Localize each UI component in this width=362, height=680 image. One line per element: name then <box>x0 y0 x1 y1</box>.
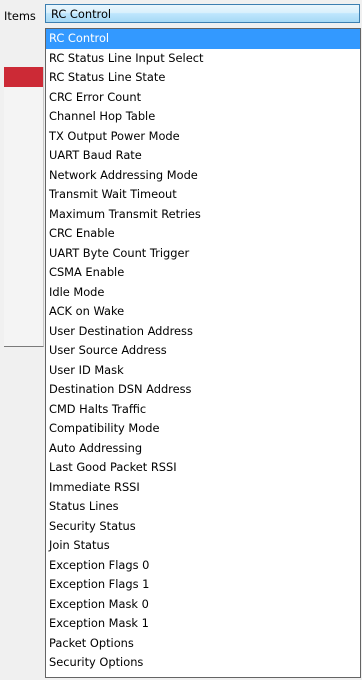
dropdown-option[interactable]: Security Options <box>46 653 360 673</box>
dropdown-option[interactable]: User Destination Address <box>46 322 360 342</box>
dropdown-option[interactable]: CMD Halts Traffic <box>46 400 360 420</box>
dropdown-option[interactable]: Auto Addressing <box>46 439 360 459</box>
dropdown-option[interactable]: RC Status Line State <box>46 68 360 88</box>
items-label: Items <box>4 9 36 23</box>
dropdown-option[interactable]: Packet Options <box>46 634 360 654</box>
dropdown-option[interactable]: User ID Mask <box>46 361 360 381</box>
red-status-bar <box>4 67 43 87</box>
dropdown-option[interactable]: ACK on Wake <box>46 302 360 322</box>
dropdown-option[interactable]: Exception Mask 0 <box>46 595 360 615</box>
dropdown-option[interactable]: Channel Hop Table <box>46 107 360 127</box>
dropdown-option[interactable]: User Source Address <box>46 341 360 361</box>
dropdown-option[interactable]: Join Status <box>46 536 360 556</box>
dropdown-option[interactable]: Exception Flags 0 <box>46 556 360 576</box>
background-panel <box>4 67 44 347</box>
items-dropdown-list[interactable]: RC Control RC Status Line Input Select RC … <box>45 28 361 678</box>
dropdown-option[interactable]: CRC Enable <box>46 224 360 244</box>
dropdown-option[interactable]: CRC Error Count <box>46 88 360 108</box>
dropdown-option[interactable]: RC Status Line Input Select <box>46 49 360 69</box>
dropdown-option[interactable]: RC Control <box>46 29 360 49</box>
dropdown-option[interactable]: UART Byte Count Trigger <box>46 244 360 264</box>
dropdown-option[interactable]: Status Lines <box>46 497 360 517</box>
dropdown-option[interactable]: Transmit Wait Timeout <box>46 185 360 205</box>
dropdown-option[interactable]: Last Good Packet RSSI <box>46 458 360 478</box>
dropdown-option[interactable]: Exception Mask 1 <box>46 614 360 634</box>
items-combobox[interactable]: RC Control <box>45 4 360 23</box>
dropdown-option[interactable]: Security Status <box>46 517 360 537</box>
combobox-selected-value: RC Control <box>51 7 112 21</box>
dropdown-option[interactable]: Idle Mode <box>46 283 360 303</box>
dropdown-option[interactable]: CSMA Enable <box>46 263 360 283</box>
dropdown-option[interactable]: Network Addressing Mode <box>46 166 360 186</box>
dropdown-option[interactable]: Exception Flags 1 <box>46 575 360 595</box>
dropdown-option[interactable]: UART Baud Rate <box>46 146 360 166</box>
dropdown-option[interactable]: Maximum Transmit Retries <box>46 205 360 225</box>
dropdown-option[interactable]: Immediate RSSI <box>46 478 360 498</box>
dropdown-option[interactable]: Destination DSN Address <box>46 380 360 400</box>
dropdown-option[interactable]: Compatibility Mode <box>46 419 360 439</box>
dropdown-option[interactable]: TX Output Power Mode <box>46 127 360 147</box>
